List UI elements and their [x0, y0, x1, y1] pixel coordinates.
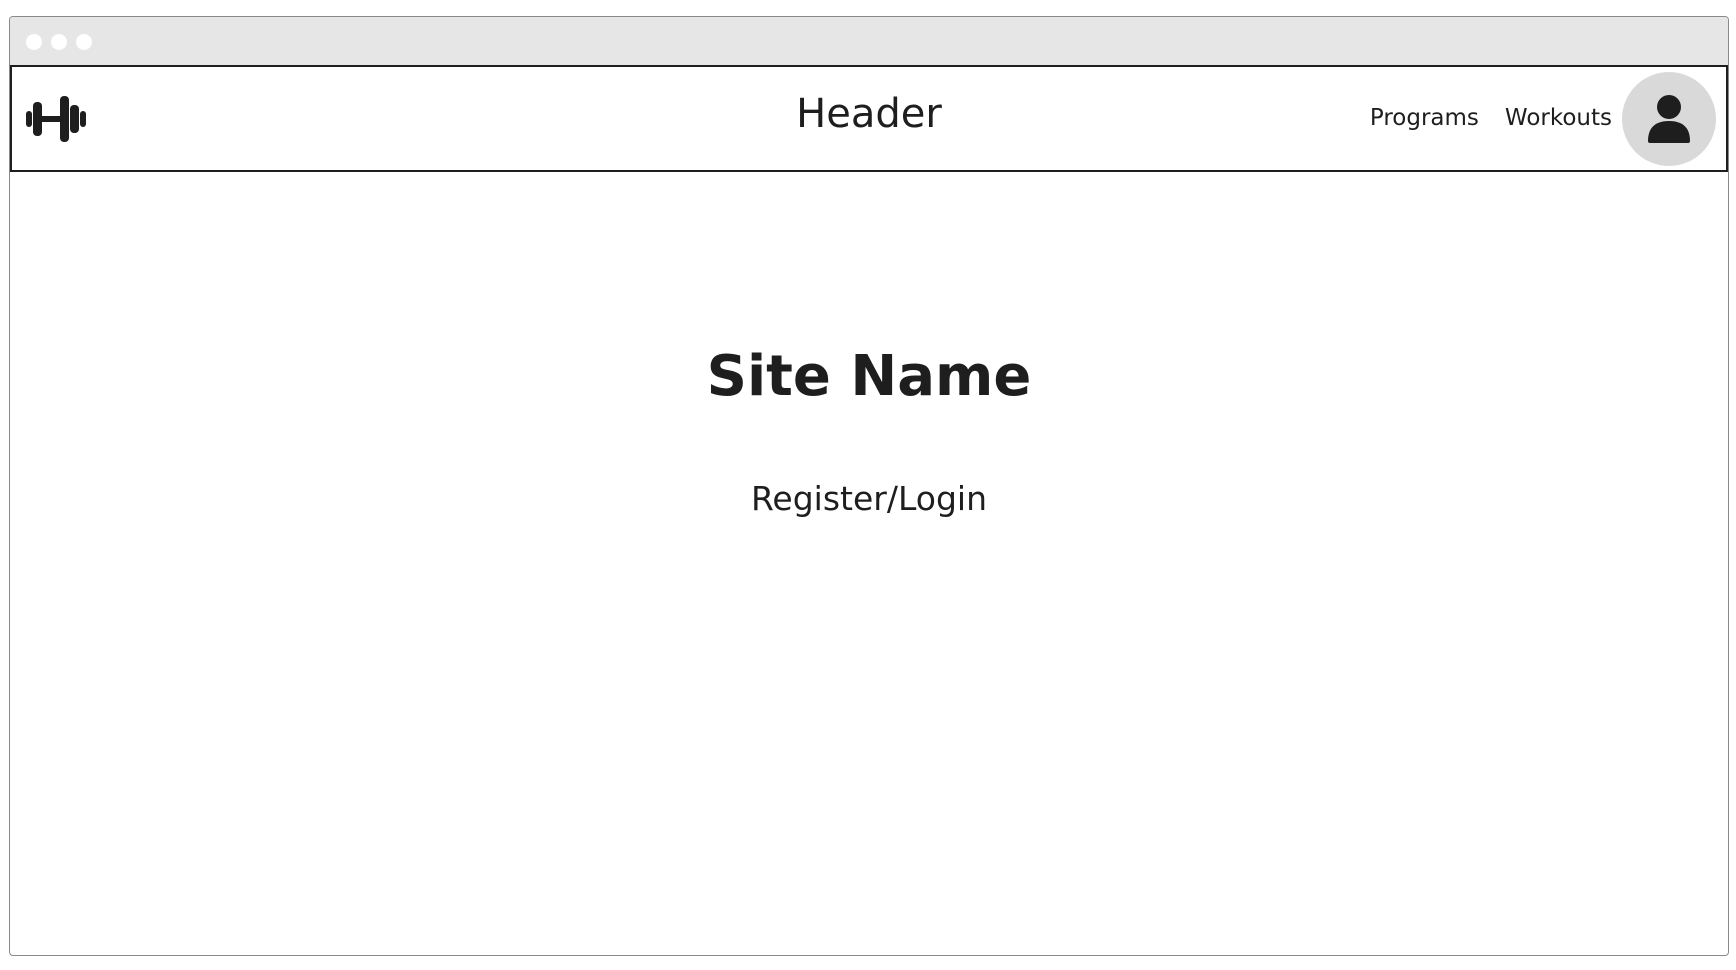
window-control-close[interactable]: [26, 34, 42, 50]
window-control-maximize[interactable]: [76, 34, 92, 50]
main-nav: Programs Workouts: [1370, 103, 1612, 133]
site-header: Header Programs Workouts: [10, 65, 1728, 172]
site-name-heading: Site Name: [706, 344, 1032, 409]
browser-window: Header Programs Workouts Site Name Regis…: [9, 16, 1729, 956]
window-control-minimize[interactable]: [51, 34, 67, 50]
avatar-button[interactable]: [1622, 72, 1716, 166]
window-titlebar: [10, 17, 1728, 65]
main-content: Site Name Register/Login: [10, 172, 1728, 955]
register-login-container: Register/Login: [10, 478, 1728, 520]
nav-link-programs[interactable]: Programs: [1370, 103, 1479, 133]
register-login-link[interactable]: Register/Login: [751, 479, 987, 518]
user-icon: [1648, 95, 1690, 143]
nav-link-workouts[interactable]: Workouts: [1505, 103, 1612, 133]
